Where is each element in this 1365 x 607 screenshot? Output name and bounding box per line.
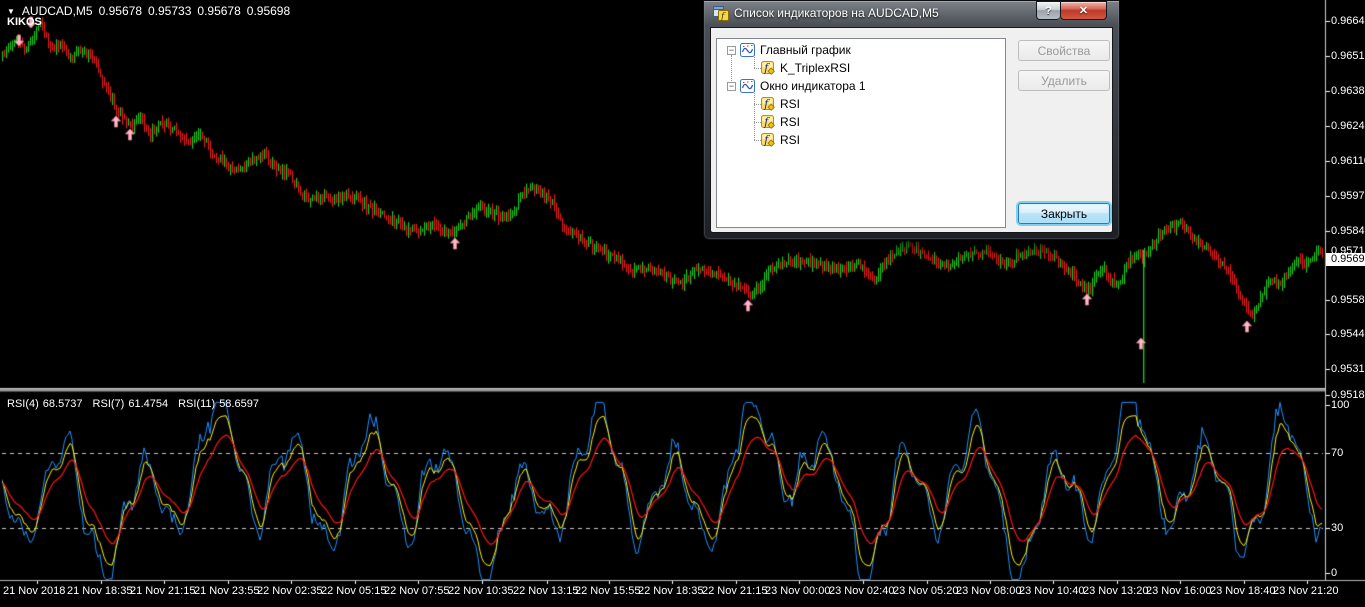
time-axis-label: 22 Nov 10:35 [448,585,513,598]
rsi7-name: RSI(7) [93,398,125,410]
chart-window-icon [740,79,755,93]
price-axis-label: 0.96645 [1331,15,1365,28]
close-value: 0.95698 [247,4,290,18]
tree-item-rsi-1[interactable]: f RSI [717,95,1005,113]
time-axis-label: 21 Nov 18:35 [67,585,132,598]
tree-item-label: RSI [780,115,800,129]
rsi-values-label: RSI(4) 68.5737 RSI(7)61.4754 RSI(11) 58.6597 [7,398,263,410]
current-price-badge: 0.95698 [1326,253,1365,266]
time-axis-label: 22 Nov 13:15 [513,585,578,598]
tree-item-label: Главный график [760,43,851,57]
time-axis-label: 22 Nov 02:35 [257,585,322,598]
time-axis-label: 22 Nov 18:35 [638,585,703,598]
time-axis-label: 23 Nov 16:00 [1146,585,1211,598]
rsi4-name: RSI(4) [7,398,39,410]
time-axis-label: 22 Nov 05:15 [321,585,386,598]
indicators-dialog: f Список индикаторов на AUDCAD,M5 ? ✕ − [703,0,1120,240]
tree-item-label: RSI [780,133,800,147]
time-axis-label: 23 Nov 00:00 [765,585,830,598]
price-axis-label: 0.96515 [1331,50,1365,63]
tree-item-label: K_TriplexRSI [780,61,850,75]
help-button[interactable]: ? [1036,1,1060,20]
indicator-tree[interactable]: − Главный график [716,38,1006,228]
tree-item-rsi-3[interactable]: f RSI [717,131,1005,149]
time-axis-label: 22 Nov 21:15 [702,585,767,598]
low-value: 0.95678 [197,4,240,18]
price-axis-label: 0.95310 [1331,363,1365,376]
time-axis-label: 23 Nov 18:40 [1210,585,1275,598]
time-axis-label: 23 Nov 02:40 [829,585,894,598]
indicator-function-icon: f [761,133,775,147]
close-dialog-button[interactable]: Закрыть [1018,203,1110,224]
indicator-list-icon: f [713,6,730,27]
rsi11-name: RSI(11) [178,398,215,410]
time-axis-label: 21 Nov 2018 [3,585,65,598]
tree-item-label: Окно индикатора 1 [760,79,866,93]
time-axis-label: 23 Nov 10:40 [1019,585,1084,598]
close-window-button[interactable]: ✕ [1060,1,1107,20]
rsi-axis-label: 100 [1331,399,1349,412]
dialog-title: Список индикаторов на AUDCAD,M5 [734,6,939,20]
properties-button[interactable]: Свойства [1018,40,1110,61]
rsi11-value: 58.6597 [219,398,259,410]
price-axis-label: 0.95845 [1331,225,1365,238]
high-value: 0.95733 [148,4,191,18]
time-axis-label: 23 Nov 13:20 [1083,585,1148,598]
dialog-titlebar[interactable]: f Список индикаторов на AUDCAD,M5 ? ✕ [704,1,1119,27]
rsi7-value: 61.4754 [128,398,168,410]
indicator-function-icon: f [761,97,775,111]
collapse-box-icon[interactable]: − [727,82,736,91]
indicator-function-icon: f [761,61,775,75]
rsi-axis-label: 30 [1331,522,1343,535]
open-value: 0.95678 [99,4,142,18]
tree-item-k-triplexrsi[interactable]: f K_TriplexRSI [717,59,1005,77]
price-axis-label: 0.96110 [1331,155,1365,168]
price-axis-label: 0.96380 [1331,85,1365,98]
collapse-chevron-icon[interactable]: ▼ [7,7,15,16]
time-axis-label: 22 Nov 15:55 [575,585,640,598]
time-axis-label: 23 Nov 21:20 [1273,585,1338,598]
tree-item-main-chart[interactable]: − Главный график [717,41,1005,59]
rsi4-value: 68.5737 [43,398,83,410]
price-axis-label: 0.96245 [1331,120,1365,133]
rsi-axis-label: 70 [1331,447,1343,460]
collapse-box-icon[interactable]: − [727,46,736,55]
tree-item-label: RSI [780,97,800,111]
time-axis-label: 22 Nov 07:55 [384,585,449,598]
dialog-client-area: − Главный график [710,27,1113,233]
price-axis-label: 0.95445 [1331,328,1365,341]
time-axis-label: 23 Nov 08:00 [956,585,1021,598]
metatrader-chart-window: ▼ AUDCAD,M5 0.95678 0.95733 0.95678 0.95698 K… [0,0,1365,607]
indicator-function-icon: f [761,115,775,129]
symbol-period-label: AUDCAD,M5 [22,4,93,18]
delete-button[interactable]: Удалить [1018,70,1110,91]
tree-item-indicator-window-1[interactable]: − Окно индикатора 1 [717,77,1005,95]
price-axis-label: 0.95580 [1331,294,1365,307]
ohlc-header: ▼ AUDCAD,M5 0.95678 0.95733 0.95678 0.95698 [7,4,296,18]
rsi-axis-label: 0 [1331,567,1337,580]
tree-item-rsi-2[interactable]: f RSI [717,113,1005,131]
time-axis-label: 23 Nov 05:20 [893,585,958,598]
time-axis-label: 21 Nov 23:55 [194,585,259,598]
time-axis-label: 21 Nov 21:15 [130,585,195,598]
chart-window-icon [740,43,755,57]
price-axis-label: 0.95975 [1331,190,1365,203]
chart-canvas[interactable] [0,0,1365,607]
